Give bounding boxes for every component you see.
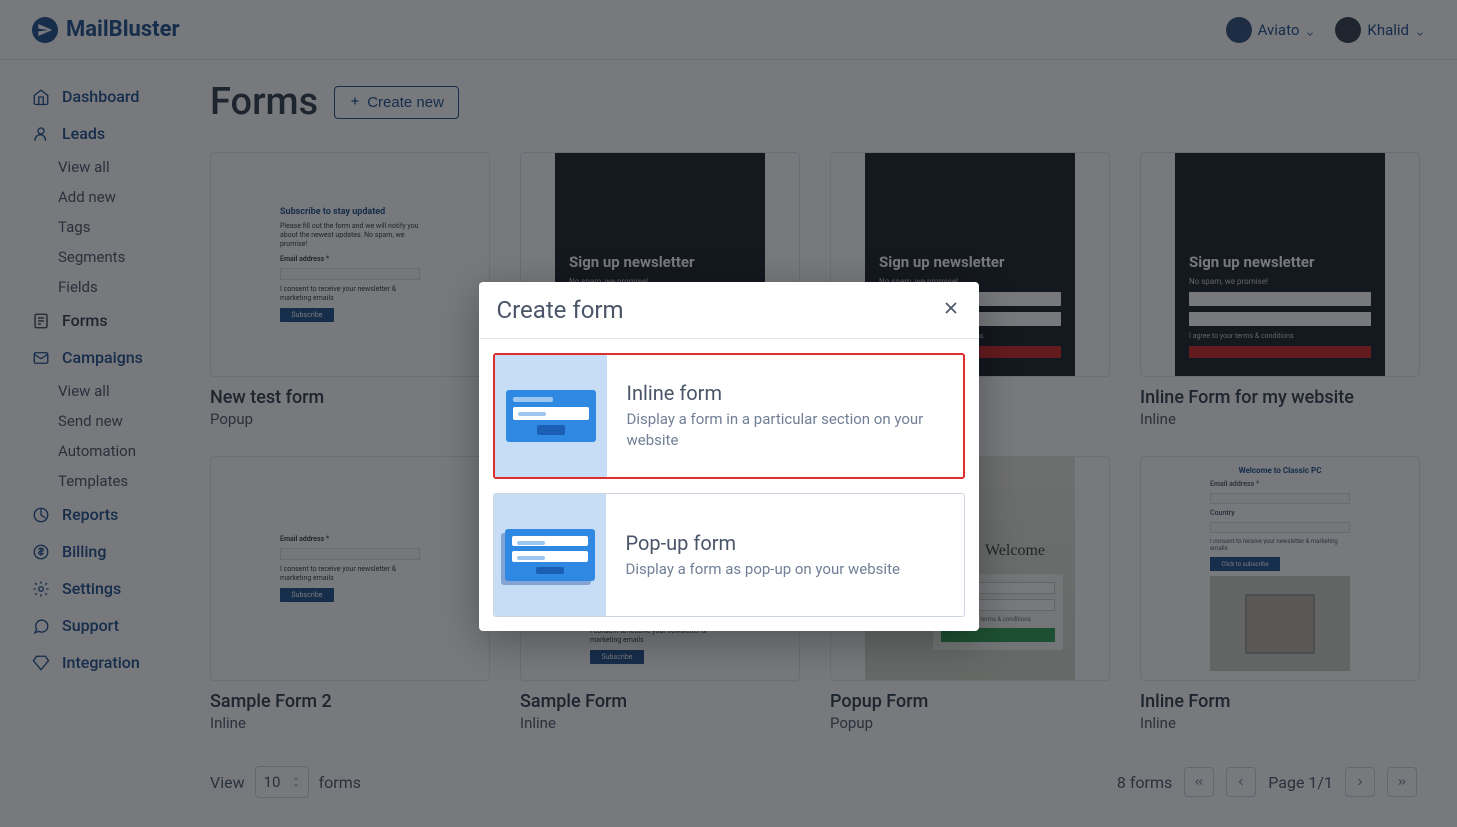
close-icon [941, 298, 961, 318]
option-title: Pop-up form [626, 531, 900, 555]
create-form-modal: Create form Inline form Display a form i… [479, 282, 979, 631]
option-title: Inline form [627, 381, 947, 405]
option-popup-form[interactable]: Pop-up form Display a form as pop-up on … [493, 493, 965, 617]
option-desc: Display a form in a particular section o… [627, 409, 947, 451]
modal-title: Create form [497, 296, 624, 324]
popup-form-icon [494, 494, 606, 616]
close-button[interactable] [941, 298, 961, 322]
modal-overlay[interactable]: Create form Inline form Display a form i… [0, 0, 1457, 827]
inline-form-icon [495, 355, 607, 477]
option-desc: Display a form as pop-up on your website [626, 559, 900, 580]
option-inline-form[interactable]: Inline form Display a form in a particul… [493, 353, 965, 479]
